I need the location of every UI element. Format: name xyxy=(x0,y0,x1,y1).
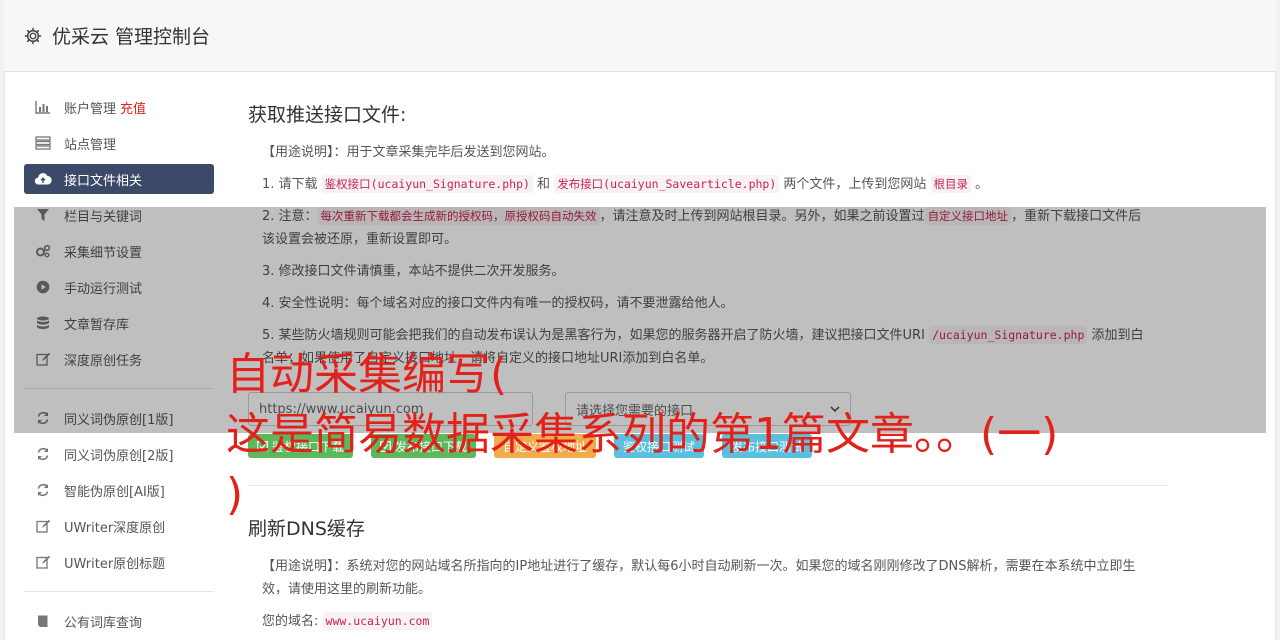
sidebar-item-uwriter-title[interactable]: UWriter原创标题 xyxy=(24,547,214,577)
signature-code: 鉴权接口(ucaiyun_Signature.php) xyxy=(321,175,533,193)
recharge-link[interactable]: 充值 xyxy=(120,98,146,117)
usage-label: 【用途说明】 xyxy=(262,559,334,574)
savearticle-code: 发布接口(ucaiyun_Savearticle.php) xyxy=(554,175,780,193)
domain-label: 您的域名: xyxy=(262,614,323,629)
sidebar-item-label: 账户管理 xyxy=(64,101,117,117)
refresh-icon xyxy=(34,446,52,462)
sidebar-item-label: 公有词库查询 xyxy=(64,615,143,631)
refresh-icon xyxy=(34,482,52,498)
sidebar-item-sites[interactable]: 站点管理 xyxy=(24,128,214,158)
step-text: 。 xyxy=(971,177,989,192)
sidebar-item-uwriter-deep[interactable]: UWriter深度原创 xyxy=(24,511,214,541)
header: 优采云 管理控制台 xyxy=(4,0,1276,72)
usage-label: 【用途说明】 xyxy=(262,145,334,160)
sidebar-item-ai-rewrite[interactable]: 智能伪原创[AI版] xyxy=(24,475,214,505)
sidebar-item-account[interactable]: 账户管理 充值 xyxy=(24,92,214,122)
sidebar-item-label: 站点管理 xyxy=(64,137,117,153)
usage-text: ：用于文章采集完毕后发送到您网站。 xyxy=(333,145,555,160)
bar-chart-icon xyxy=(34,99,52,115)
gear-icon[interactable] xyxy=(24,27,42,45)
sidebar-item-label: 接口文件相关 xyxy=(64,173,143,189)
section-title-interface: 获取推送接口文件: xyxy=(248,104,407,126)
cloud-upload-icon xyxy=(34,171,52,187)
edit-icon xyxy=(34,518,52,534)
overlay-line-3: ) xyxy=(226,469,244,520)
edit-icon xyxy=(34,554,52,570)
usage-note: 【用途说明】：用于文章采集完毕后发送到您网站。 xyxy=(262,141,1152,164)
usage-text: ：系统对您的网站域名所指向的IP地址进行了缓存，默认每6小时自动刷新一次。如果您… xyxy=(262,559,1136,597)
sidebar-item-synonym-v2[interactable]: 同义词伪原创[2版] xyxy=(24,439,214,469)
sidebar-divider xyxy=(24,591,214,592)
sidebar-item-label: UWriter深度原创 xyxy=(64,520,166,536)
dns-usage-note: 【用途说明】：系统对您的网站域名所指向的IP地址进行了缓存，默认每6小时自动刷新… xyxy=(262,555,1152,601)
sidebar-item-label: 同义词伪原创[2版] xyxy=(64,448,174,464)
step-text: 两个文件，上传到您网站 xyxy=(779,177,931,192)
sidebar-item-label: 智能伪原创[AI版] xyxy=(64,484,165,500)
overlay-line-1: 自动采集编写( xyxy=(226,349,508,400)
step-text: 1. 请下载 xyxy=(262,177,322,192)
step-1: 1. 请下载 鉴权接口(ucaiyun_Signature.php) 和 发布接… xyxy=(262,173,1152,196)
dns-domain-row: 您的域名: www.ucaiyun.com xyxy=(262,610,1152,633)
server-icon xyxy=(34,135,52,151)
sidebar-item-public-lexicon[interactable]: 公有词库查询 xyxy=(24,606,214,636)
overlay-line-2: 这是简易数据采集系列的第1篇文章。。(一) xyxy=(226,409,1059,460)
book-icon xyxy=(34,613,52,629)
step-text: 和 xyxy=(532,177,555,192)
sidebar-item-label: UWriter原创标题 xyxy=(64,556,166,572)
article-title-overlay: 自动采集编写( 这是简易数据采集系列的第1篇文章。。(一) ) xyxy=(226,345,1126,525)
sidebar-item-interface-files[interactable]: 接口文件相关 xyxy=(24,164,214,194)
root-dir-code: 根目录 xyxy=(930,175,972,193)
domain-value: www.ucaiyun.com xyxy=(322,612,433,630)
app-title: 优采云 管理控制台 xyxy=(52,26,211,48)
